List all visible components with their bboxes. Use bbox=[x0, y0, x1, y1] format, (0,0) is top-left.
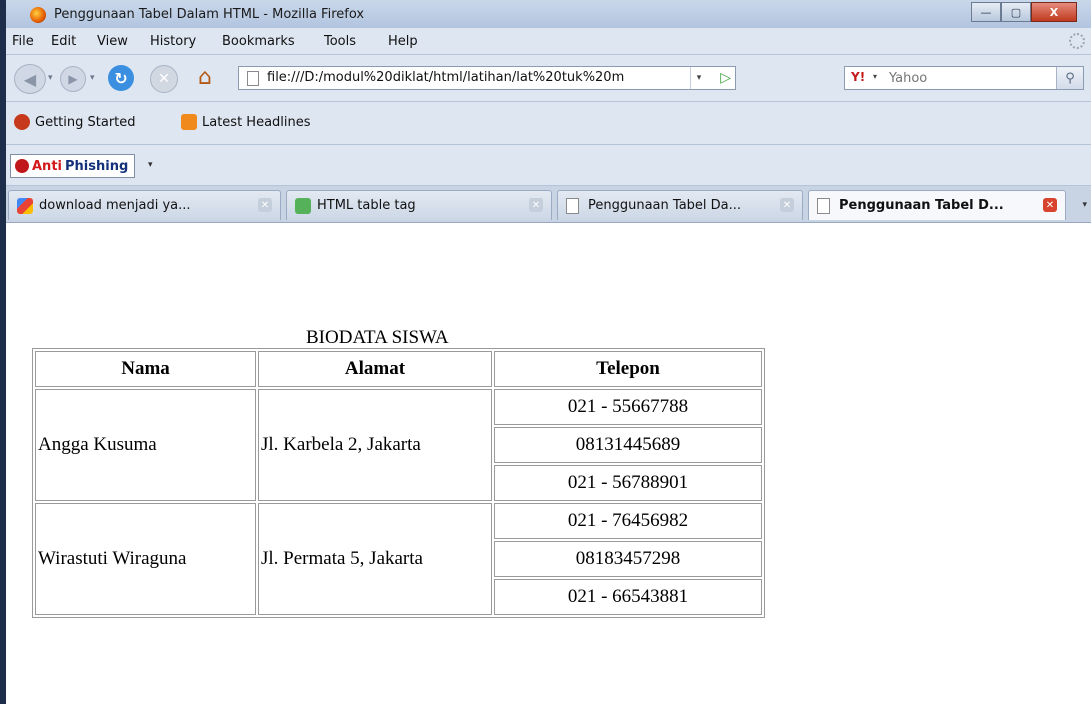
bookmark-label: Getting Started bbox=[35, 114, 136, 130]
firefox-window: Penggunaan Tabel Dalam HTML - Mozilla Fi… bbox=[0, 0, 1091, 704]
table-header-row: Nama Alamat Telepon bbox=[35, 351, 762, 387]
biodata-table: Nama Alamat Telepon Angga Kusuma Jl. Kar… bbox=[32, 348, 765, 618]
firefox-bookmark-icon bbox=[14, 114, 30, 130]
antiphishing-logo-icon bbox=[15, 159, 29, 173]
menu-help[interactable]: Help bbox=[388, 34, 418, 49]
bookmark-label: Latest Headlines bbox=[202, 114, 311, 130]
navigation-toolbar: ◀ ▾ ▶ ▾ ↻ ✕ ⌂ file:///D:/modul%20diklat/… bbox=[6, 55, 1091, 102]
back-button[interactable]: ◀ bbox=[14, 64, 46, 94]
back-history-dropdown-icon[interactable]: ▾ bbox=[48, 73, 53, 83]
bookmark-latest-headlines[interactable]: Latest Headlines bbox=[181, 114, 311, 130]
search-input[interactable] bbox=[889, 71, 1039, 86]
home-icon: ⌂ bbox=[198, 64, 212, 90]
page-icon bbox=[817, 198, 830, 214]
window-title: Penggunaan Tabel Dalam HTML - Mozilla Fi… bbox=[54, 7, 365, 22]
menu-history[interactable]: History bbox=[150, 34, 196, 49]
title-bar: Penggunaan Tabel Dalam HTML - Mozilla Fi… bbox=[6, 0, 1091, 29]
tab-html-table-tag[interactable]: HTML table tag ✕ bbox=[286, 190, 552, 220]
throbber-icon bbox=[1069, 33, 1085, 49]
forward-button[interactable]: ▶ bbox=[60, 66, 86, 92]
tab-close-icon[interactable]: ✕ bbox=[529, 198, 543, 212]
page-icon bbox=[566, 198, 579, 214]
header-telepon: Telepon bbox=[494, 351, 762, 387]
rss-feed-icon bbox=[181, 114, 197, 130]
menu-tools[interactable]: Tools bbox=[324, 34, 356, 49]
menu-bar: File Edit View History Bookmarks Tools H… bbox=[6, 28, 1091, 55]
cell-alamat: Jl. Permata 5, Jakarta bbox=[258, 503, 492, 615]
header-alamat: Alamat bbox=[258, 351, 492, 387]
url-history-dropdown-icon[interactable]: ▾ bbox=[690, 67, 707, 89]
menu-bookmarks[interactable]: Bookmarks bbox=[222, 34, 295, 49]
back-arrow-icon: ◀ bbox=[23, 69, 37, 89]
tab-download[interactable]: download menjadi ya... ✕ bbox=[8, 190, 281, 220]
header-nama: Nama bbox=[35, 351, 256, 387]
cell-telepon: 021 - 55667788 bbox=[494, 389, 762, 425]
menu-edit[interactable]: Edit bbox=[51, 34, 76, 49]
stop-icon: ✕ bbox=[158, 71, 170, 87]
table-row: Wirastuti Wiraguna Jl. Permata 5, Jakart… bbox=[35, 503, 762, 615]
cell-telepon: 08131445689 bbox=[494, 427, 762, 463]
window-controls: — ▢ X bbox=[971, 2, 1077, 22]
table-caption: BIODATA SISWA bbox=[306, 327, 449, 348]
antiphishing-label-part2: Phishing bbox=[65, 158, 129, 174]
tab-close-icon[interactable]: ✕ bbox=[1043, 198, 1057, 212]
antiphishing-button[interactable]: Anti Phishing bbox=[10, 154, 136, 178]
search-button[interactable]: ⚲ bbox=[1056, 67, 1083, 89]
yahoo-engine-icon[interactable]: Y! bbox=[851, 70, 865, 84]
menu-file[interactable]: File bbox=[12, 34, 34, 49]
bookmark-getting-started[interactable]: Getting Started bbox=[14, 114, 136, 130]
cell-alamat: Jl. Karbela 2, Jakarta bbox=[258, 389, 492, 501]
tab-penggunaan-active[interactable]: Penggunaan Tabel D... ✕ bbox=[808, 190, 1066, 220]
bookmarks-toolbar: Getting Started Latest Headlines bbox=[6, 102, 1091, 145]
page-content: BIODATA SISWA Nama Alamat Telepon Angga … bbox=[6, 223, 1091, 704]
cell-telepon: 021 - 66543881 bbox=[494, 579, 762, 615]
cell-telepon: 021 - 56788901 bbox=[494, 465, 762, 501]
firefox-icon bbox=[30, 7, 46, 23]
tab-penggunaan-1[interactable]: Penggunaan Tabel Da... ✕ bbox=[557, 190, 803, 220]
forward-arrow-icon: ▶ bbox=[68, 72, 78, 86]
tab-close-icon[interactable]: ✕ bbox=[258, 198, 272, 212]
tab-label: Penggunaan Tabel Da... bbox=[588, 198, 742, 213]
reload-icon: ↻ bbox=[114, 68, 128, 88]
engine-dropdown-icon[interactable]: ▾ bbox=[873, 72, 877, 81]
tab-label: Penggunaan Tabel D... bbox=[839, 198, 1004, 213]
home-button[interactable]: ⌂ bbox=[192, 64, 218, 90]
tab-label: HTML table tag bbox=[317, 198, 416, 213]
antiphishing-toolbar: Anti Phishing ▾ bbox=[6, 145, 1091, 186]
tab-close-icon[interactable]: ✕ bbox=[780, 198, 794, 212]
antiphishing-dropdown-icon[interactable]: ▾ bbox=[148, 160, 153, 170]
address-bar[interactable]: file:///D:/modul%20diklat/html/latihan/l… bbox=[238, 66, 736, 90]
maximize-button[interactable]: ▢ bbox=[1001, 2, 1031, 22]
minimize-button[interactable]: — bbox=[971, 2, 1001, 22]
forward-history-dropdown-icon[interactable]: ▾ bbox=[90, 73, 95, 83]
close-button[interactable]: X bbox=[1031, 2, 1077, 22]
w3schools-icon bbox=[295, 198, 311, 214]
search-bar: Y! ▾ ⚲ bbox=[844, 66, 1084, 90]
google-icon bbox=[17, 198, 33, 214]
page-icon bbox=[247, 71, 259, 86]
cell-nama: Angga Kusuma bbox=[35, 389, 256, 501]
go-icon[interactable]: ▷ bbox=[720, 70, 731, 86]
antiphishing-label-part1: Anti bbox=[32, 158, 62, 174]
cell-telepon: 021 - 76456982 bbox=[494, 503, 762, 539]
cell-nama: Wirastuti Wiraguna bbox=[35, 503, 256, 615]
url-text[interactable]: file:///D:/modul%20diklat/html/latihan/l… bbox=[267, 70, 697, 85]
tab-strip: download menjadi ya... ✕ HTML table tag … bbox=[6, 186, 1091, 223]
all-tabs-dropdown-icon[interactable]: ▾ bbox=[1082, 200, 1087, 210]
reload-button[interactable]: ↻ bbox=[108, 65, 134, 91]
stop-button[interactable]: ✕ bbox=[150, 65, 178, 93]
tab-label: download menjadi ya... bbox=[39, 198, 191, 213]
search-icon: ⚲ bbox=[1065, 70, 1075, 86]
cell-telepon: 08183457298 bbox=[494, 541, 762, 577]
menu-view[interactable]: View bbox=[97, 34, 128, 49]
table-row: Angga Kusuma Jl. Karbela 2, Jakarta 021 … bbox=[35, 389, 762, 501]
